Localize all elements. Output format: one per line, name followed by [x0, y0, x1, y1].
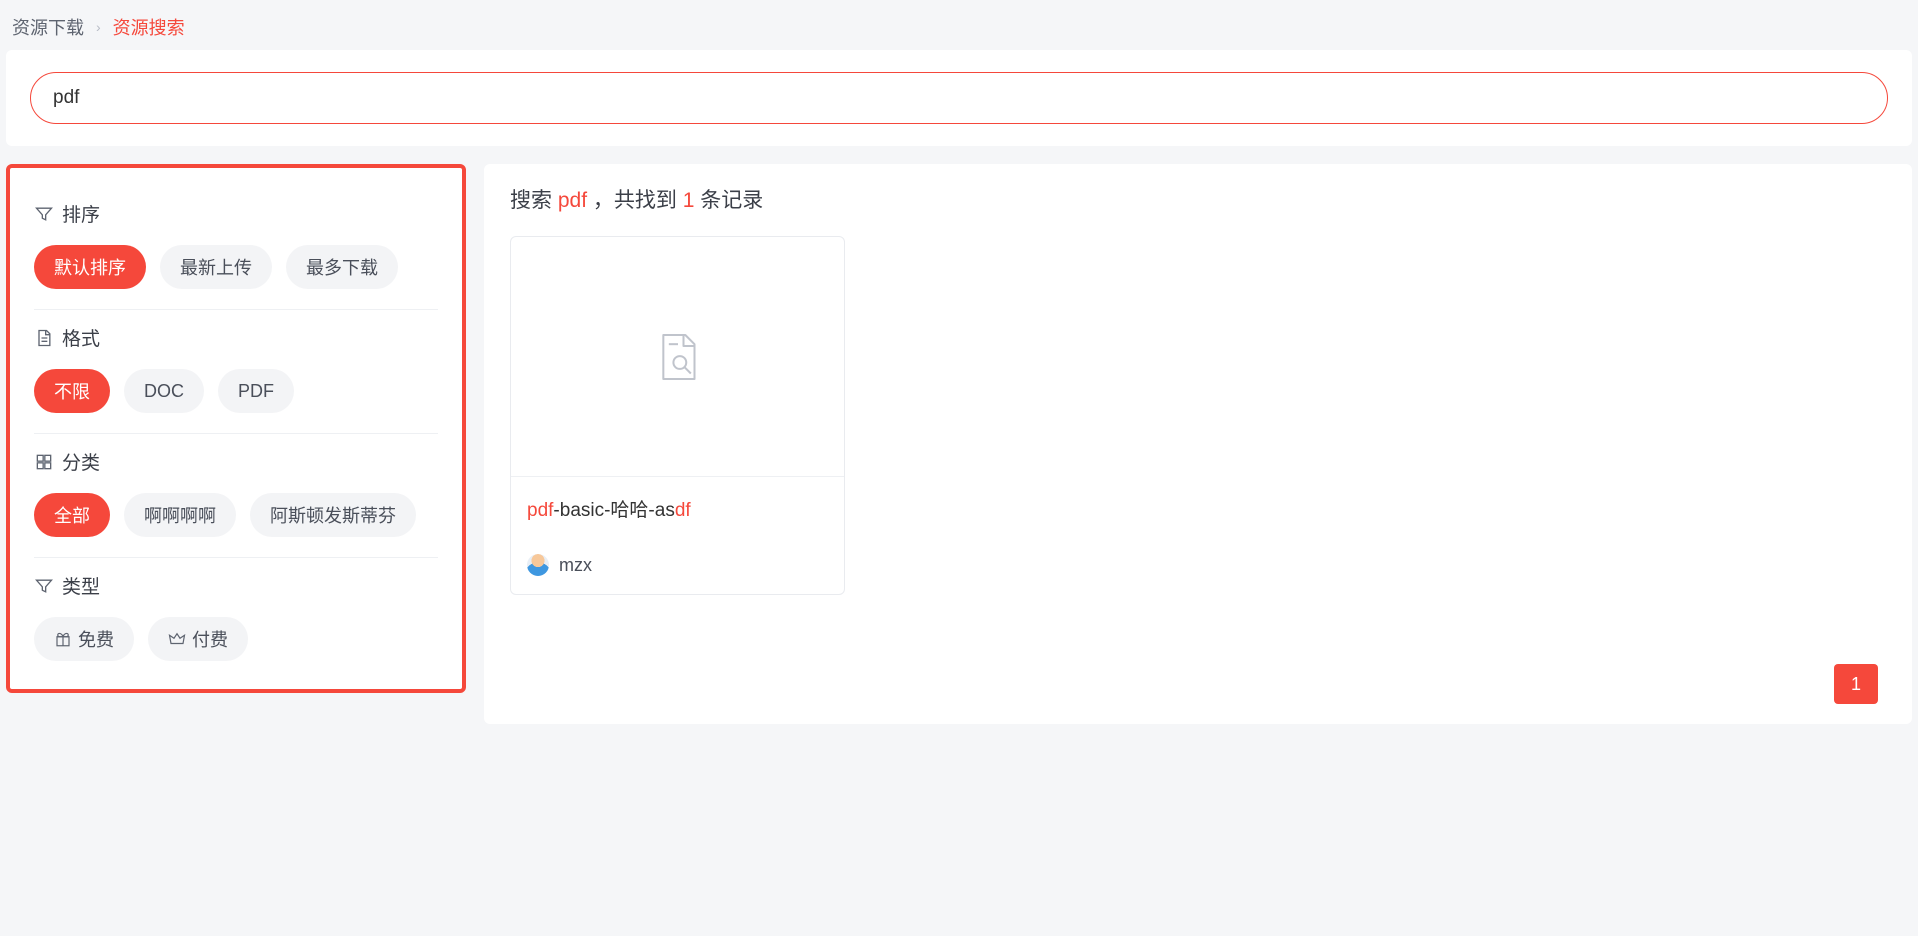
filter-group-category: 分类 全部 啊啊啊啊 阿斯顿发斯蒂芬	[34, 434, 438, 558]
type-option-paid[interactable]: 付费	[148, 617, 248, 661]
results-panel: 搜索 pdf ，共找到 1 条记录 pdf-basic-哈哈-asdf mzx …	[484, 164, 1912, 724]
filter-icon	[34, 576, 54, 596]
filter-heading-sort: 排序	[34, 200, 438, 227]
filter-label-sort: 排序	[62, 200, 100, 227]
search-term-highlight: pdf	[558, 189, 587, 212]
filter-icon	[34, 204, 54, 224]
type-option-free[interactable]: 免费	[34, 617, 134, 661]
breadcrumb-root[interactable]: 资源下载	[12, 14, 84, 40]
card-user: mzx	[511, 528, 844, 594]
grid-icon	[34, 452, 54, 472]
results-header: 搜索 pdf ，共找到 1 条记录	[510, 184, 1886, 214]
category-option-all[interactable]: 全部	[34, 493, 110, 537]
category-option-2[interactable]: 阿斯顿发斯蒂芬	[250, 493, 416, 537]
filter-label-type: 类型	[62, 572, 100, 599]
search-bar	[6, 50, 1912, 146]
sort-option-most-downloaded[interactable]: 最多下载	[286, 245, 398, 289]
document-icon	[34, 328, 54, 348]
avatar	[527, 554, 549, 576]
filter-heading-category: 分类	[34, 448, 438, 475]
breadcrumb: 资源下载 › 资源搜索	[0, 0, 1918, 50]
filter-group-type: 类型 免费 付费	[34, 558, 438, 667]
sort-option-default[interactable]: 默认排序	[34, 245, 146, 289]
card-user-name: mzx	[559, 555, 592, 576]
type-option-free-label: 免费	[78, 626, 114, 652]
pagination: 1	[1834, 664, 1878, 704]
page-button-1[interactable]: 1	[1834, 664, 1878, 704]
type-option-paid-label: 付费	[192, 626, 228, 652]
format-option-all[interactable]: 不限	[34, 369, 110, 413]
filter-heading-format: 格式	[34, 324, 438, 351]
category-option-1[interactable]: 啊啊啊啊	[124, 493, 236, 537]
document-search-icon	[656, 331, 700, 383]
format-option-pdf[interactable]: PDF	[218, 369, 294, 413]
breadcrumb-current: 资源搜索	[113, 14, 185, 40]
chevron-right-icon: ›	[96, 19, 101, 35]
sort-option-newest[interactable]: 最新上传	[160, 245, 272, 289]
crown-icon	[168, 630, 186, 648]
result-card[interactable]: pdf-basic-哈哈-asdf mzx	[510, 236, 845, 595]
result-count: 1	[683, 189, 695, 212]
filter-group-sort: 排序 默认排序 最新上传 最多下载	[34, 186, 438, 310]
search-input[interactable]	[30, 72, 1888, 124]
filter-sidebar: 排序 默认排序 最新上传 最多下载 格式 不限 DOC PDF 分类	[6, 164, 466, 693]
format-option-doc[interactable]: DOC	[124, 369, 204, 413]
filter-label-category: 分类	[62, 448, 100, 475]
filter-label-format: 格式	[62, 324, 100, 351]
card-title: pdf-basic-哈哈-asdf	[511, 477, 844, 528]
filter-heading-type: 类型	[34, 572, 438, 599]
card-preview	[511, 237, 844, 477]
gift-icon	[54, 630, 72, 648]
filter-group-format: 格式 不限 DOC PDF	[34, 310, 438, 434]
